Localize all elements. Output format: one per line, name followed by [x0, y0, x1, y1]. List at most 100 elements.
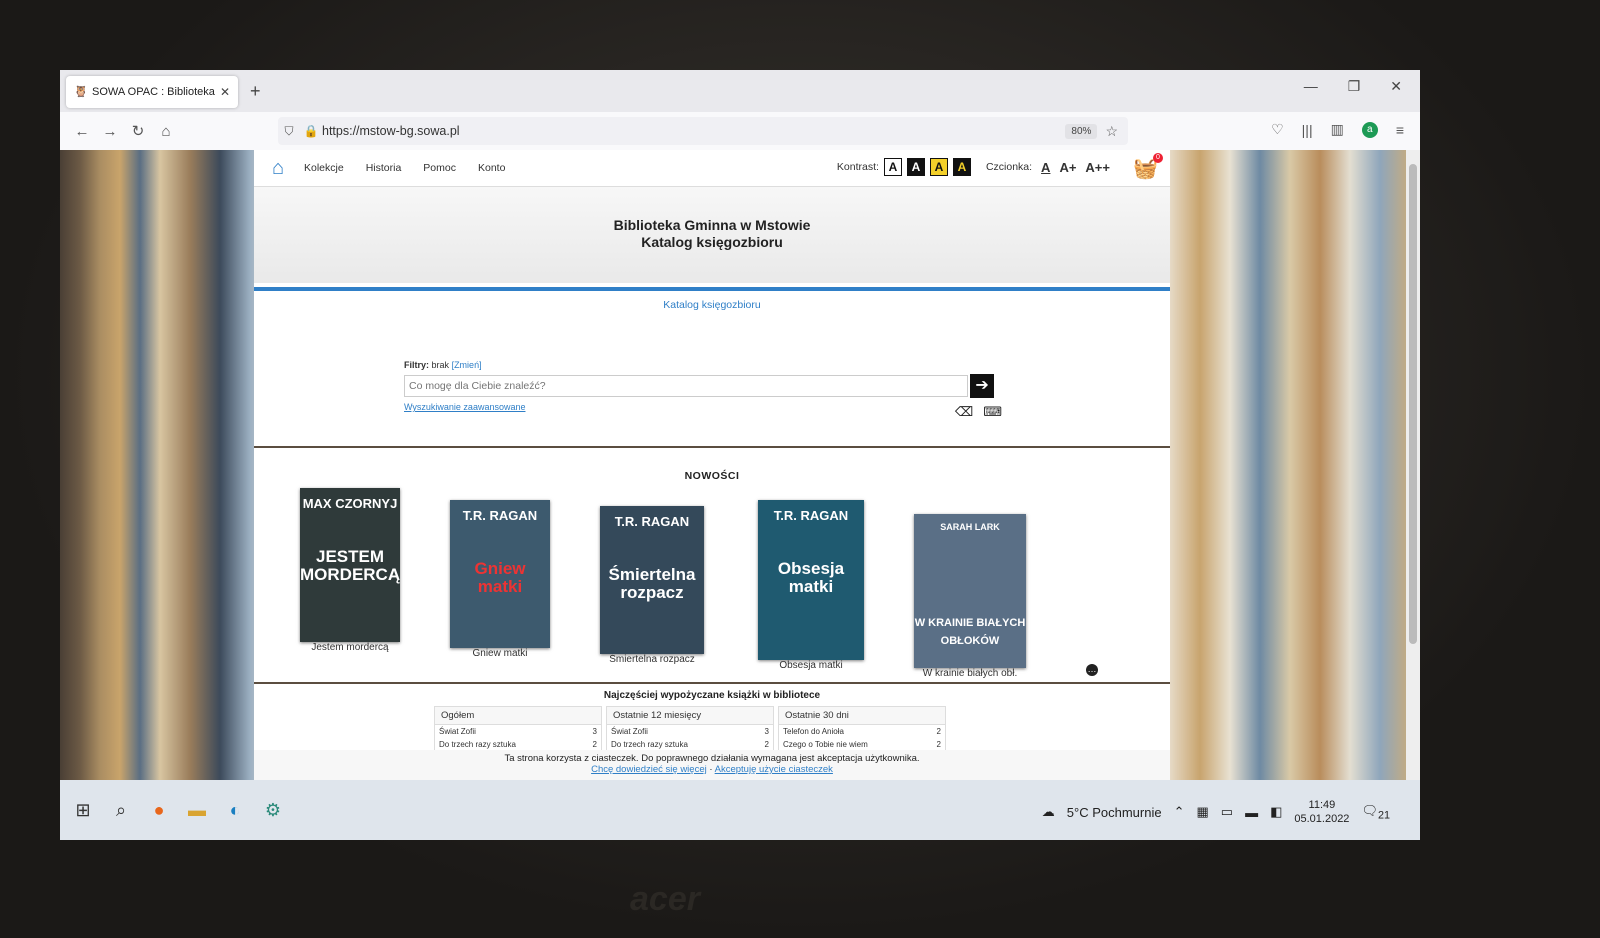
browser-tab[interactable]: 🦉 SOWA OPAC : Biblioteka Gminn ✕: [66, 76, 238, 108]
windows-start-icon[interactable]: ⊞: [64, 800, 102, 821]
clock[interactable]: 11:49 05.01.2022: [1294, 798, 1349, 826]
contrast-label: Kontrast:: [836, 161, 879, 173]
zoom-level[interactable]: 80%: [1065, 123, 1098, 139]
restore-icon[interactable]: ❐: [1348, 78, 1361, 95]
eraser-icon[interactable]: ⌫: [955, 404, 973, 420]
home-icon[interactable]: ⌂: [152, 123, 180, 140]
search-icon[interactable]: ⌕: [102, 800, 140, 821]
book-caption[interactable]: Gniew matki: [450, 648, 550, 659]
book-cover[interactable]: T.R. RAGAN Obsesja matki: [758, 500, 864, 660]
table-row[interactable]: Świat Zofii 3: [607, 725, 773, 738]
page-scrollbar[interactable]: [1406, 150, 1420, 840]
filters-row: Filtry: brak [Zmień]: [404, 360, 994, 370]
search-submit-button[interactable]: ➔: [970, 374, 994, 398]
weather-text[interactable]: 5°C Pochmurnie: [1067, 805, 1162, 820]
accessibility-controls: Kontrast: A A A A Czcionka: A A+ A++: [837, 158, 1110, 176]
book-item[interactable]: T.R. RAGAN Śmiertelna rozpacz Śmiertelna…: [600, 506, 704, 665]
popular-tables: Ogółem Świat Zofii 3 Do trzech razy sztuk…: [434, 706, 946, 752]
volume-icon[interactable]: ◧: [1270, 804, 1282, 820]
advanced-search-link[interactable]: Wyszukiwanie zaawansowane: [404, 402, 994, 412]
bookmark-star-icon[interactable]: ☆: [1105, 123, 1118, 140]
catalog-subtitle: Katalog księgozbioru: [641, 234, 783, 250]
cookie-more-link[interactable]: Chcę dowiedzieć się więcej: [591, 764, 707, 775]
forward-icon[interactable]: →: [96, 123, 124, 140]
library-icon[interactable]: |||: [1302, 122, 1313, 138]
close-window-icon[interactable]: ✕: [1390, 78, 1402, 95]
edge-icon[interactable]: ◐: [216, 800, 254, 821]
menu-item-historia[interactable]: Historia: [366, 162, 402, 174]
book-caption[interactable]: W krainie białych obł.: [914, 668, 1026, 679]
font-size-label: Czcionka:: [985, 161, 1033, 173]
more-icon[interactable]: …: [1086, 664, 1098, 676]
popular-table-header[interactable]: Ogółem: [435, 707, 601, 725]
search-panel: Filtry: brak [Zmień] ➔ Wyszukiwanie zaaw…: [404, 360, 1002, 419]
contrast-yellow-dark-button[interactable]: A: [952, 158, 971, 176]
popular-table-12-months: Ostatnie 12 miesięcy Świat Zofii 3 Do trz…: [606, 706, 774, 752]
account-icon[interactable]: a: [1361, 121, 1378, 138]
search-input[interactable]: [404, 375, 969, 397]
network-icon[interactable]: ▭: [1221, 804, 1233, 820]
contrast-default-button[interactable]: A: [883, 158, 902, 176]
url-bar[interactable]: ⛉ 🔒 https://mstow-bg.sowa.pl 80% ☆: [278, 117, 1128, 145]
close-tab-icon[interactable]: ✕: [218, 85, 232, 99]
book-item[interactable]: T.R. RAGAN Obsesja matki Obsesja matki: [758, 500, 864, 671]
sidebar-icon[interactable]: ▥: [1331, 121, 1344, 138]
lock-icon[interactable]: 🔒: [300, 124, 322, 138]
system-tray: ☁ 5°C Pochmurnie ⌃ ▦ ▭ ▬ ◧ 11:49 05.01.2…: [1042, 798, 1390, 826]
notifications-count: 21: [1377, 809, 1390, 822]
pocket-icon[interactable]: ♡: [1271, 121, 1284, 138]
book-caption[interactable]: Śmiertelna rozpacz: [600, 654, 704, 665]
keyboard-tray-icon[interactable]: ▦: [1196, 804, 1208, 820]
cookie-accept-link[interactable]: Akceptuję użycie ciasteczek: [715, 764, 833, 775]
notifications-icon[interactable]: 🗨21: [1361, 803, 1390, 822]
new-books-carousel: MAX CZORNYJ JESTEM MORDERCĄ Jestem morde…: [294, 488, 1054, 679]
book-caption[interactable]: Jestem mordercą: [300, 642, 400, 653]
table-row[interactable]: Świat Zofii 3: [435, 725, 601, 738]
battery-icon[interactable]: ▬: [1245, 805, 1258, 820]
book-cover[interactable]: T.R. RAGAN Śmiertelna rozpacz: [600, 506, 704, 654]
font-size-xlarge-button[interactable]: A++: [1085, 160, 1110, 175]
contrast-dark-button[interactable]: A: [906, 158, 925, 176]
table-row[interactable]: Telefon do Anioła 2: [779, 725, 945, 738]
book-item[interactable]: MAX CZORNYJ JESTEM MORDERCĄ Jestem morde…: [300, 488, 400, 653]
menu-item-konto[interactable]: Konto: [478, 162, 505, 174]
filters-change-link[interactable]: [Zmień]: [452, 360, 482, 370]
file-explorer-icon[interactable]: ▬: [178, 800, 216, 821]
breadcrumb[interactable]: Katalog księgozbioru: [254, 299, 1170, 311]
book-cover[interactable]: SARAH LARK W KRAINIE BIAŁYCH OBŁOKÓW: [914, 514, 1026, 668]
section-divider: [254, 446, 1170, 448]
popular-table-header[interactable]: Ostatnie 30 dni: [779, 707, 945, 725]
font-size-large-button[interactable]: A+: [1059, 160, 1076, 175]
menu-item-pomoc[interactable]: Pomoc: [423, 162, 456, 174]
scrollbar-thumb[interactable]: [1409, 164, 1417, 644]
basket-count: 0: [1153, 153, 1163, 163]
keyboard-icon[interactable]: ⌨: [983, 404, 1002, 420]
contrast-yellow-button[interactable]: A: [929, 158, 948, 176]
page-viewport: ⌂ Kolekcje Historia Pomoc Konto Kontrast…: [60, 150, 1406, 780]
book-cover[interactable]: T.R. RAGAN Gniew matki: [450, 500, 550, 648]
cookie-text: Ta strona korzysta z ciasteczek. Do popr…: [504, 753, 920, 764]
book-cover[interactable]: MAX CZORNYJ JESTEM MORDERCĄ: [300, 488, 400, 642]
popular-table-header[interactable]: Ostatnie 12 miesięcy: [607, 707, 773, 725]
new-tab-button[interactable]: +: [250, 81, 261, 102]
library-header: Biblioteka Gminna w Mstowie Katalog księ…: [254, 187, 1170, 283]
book-caption[interactable]: Obsesja matki: [758, 660, 864, 671]
book-item[interactable]: SARAH LARK W KRAINIE BIAŁYCH OBŁOKÓW W k…: [914, 514, 1026, 679]
reload-icon[interactable]: ↻: [124, 122, 152, 140]
back-icon[interactable]: ←: [68, 123, 96, 140]
app-icon[interactable]: ⚙: [254, 800, 292, 821]
shield-icon[interactable]: ⛉: [278, 124, 300, 139]
menu-item-kolekcje[interactable]: Kolekcje: [304, 162, 344, 174]
basket-icon[interactable]: 🧺 0: [1133, 153, 1163, 181]
book-item[interactable]: T.R. RAGAN Gniew matki Gniew matki: [450, 500, 550, 659]
search-tools: ⌫ ⌨: [955, 404, 1002, 420]
menu-icon[interactable]: ≡: [1396, 122, 1404, 138]
clock-date: 05.01.2022: [1294, 813, 1350, 825]
site-home-icon[interactable]: ⌂: [260, 157, 296, 180]
firefox-icon[interactable]: ●: [140, 800, 178, 821]
minimize-icon[interactable]: —: [1304, 78, 1318, 95]
weather-icon[interactable]: ☁: [1042, 804, 1055, 820]
font-size-normal-button[interactable]: A: [1041, 160, 1050, 175]
tray-expand-icon[interactable]: ⌃: [1174, 804, 1185, 820]
laptop-brand: acer: [630, 880, 700, 918]
